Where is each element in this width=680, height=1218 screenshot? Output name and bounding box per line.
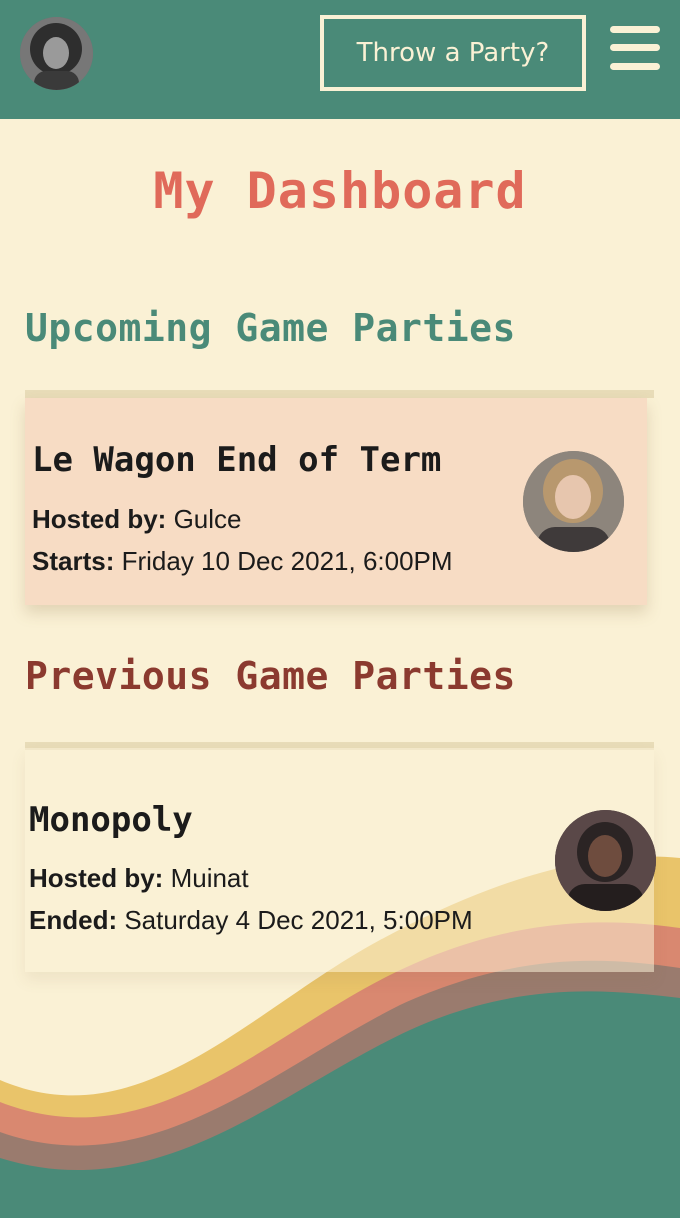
page-title: My Dashboard — [153, 162, 527, 220]
host-name: Muinat — [170, 863, 249, 893]
end-value: Saturday 4 Dec 2021, 5:00PM — [124, 905, 473, 935]
host-avatar — [523, 451, 624, 552]
host-avatar — [555, 810, 656, 911]
party-name: Le Wagon End of Term — [32, 440, 442, 480]
host-avatar-image — [523, 451, 624, 552]
dashboard-page: Throw a Party? My Dashboard Upcoming Gam… — [0, 0, 680, 1218]
host-label: Hosted by: — [29, 863, 164, 893]
party-name: Monopoly — [29, 800, 193, 840]
user-avatar[interactable] — [20, 17, 93, 90]
start-value: Friday 10 Dec 2021, 6:00PM — [121, 546, 453, 576]
throw-party-button[interactable]: Throw a Party? — [320, 15, 586, 91]
host-name: Gulce — [173, 504, 242, 534]
end-label: Ended: — [29, 905, 118, 935]
upcoming-party-card[interactable]: Le Wagon End of Term Hosted by: Gulce St… — [25, 398, 647, 605]
host-avatar-image — [555, 810, 656, 911]
start-label: Starts: — [32, 546, 115, 576]
previous-section-title: Previous Game Parties — [25, 654, 516, 698]
user-avatar-image — [20, 17, 93, 90]
party-host: Hosted by: Muinat — [29, 863, 249, 894]
hamburger-menu-icon[interactable] — [610, 26, 660, 70]
party-start-time: Starts: Friday 10 Dec 2021, 6:00PM — [32, 546, 453, 577]
upcoming-divider — [25, 390, 654, 398]
host-label: Hosted by: — [32, 504, 167, 534]
navbar: Throw a Party? — [0, 0, 680, 119]
upcoming-section-title: Upcoming Game Parties — [25, 306, 516, 350]
party-end-time: Ended: Saturday 4 Dec 2021, 5:00PM — [29, 905, 473, 936]
party-host: Hosted by: Gulce — [32, 504, 242, 535]
previous-party-card[interactable]: Monopoly Hosted by: Muinat Ended: Saturd… — [25, 748, 656, 972]
